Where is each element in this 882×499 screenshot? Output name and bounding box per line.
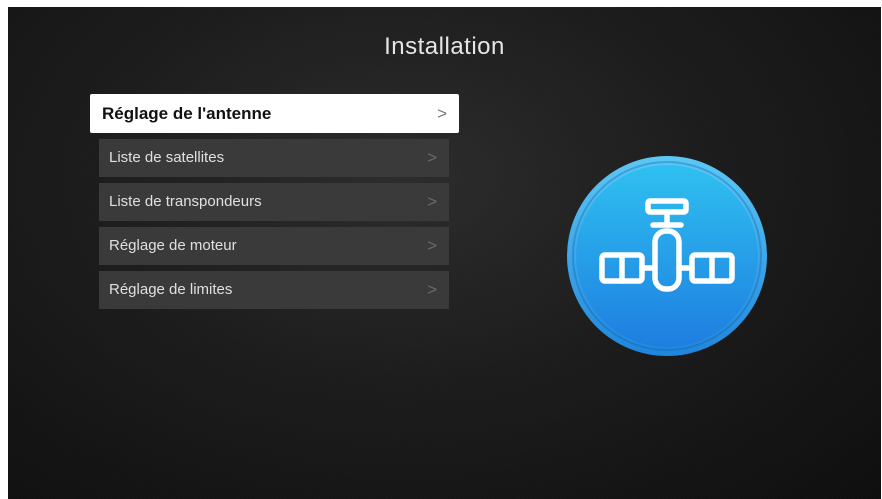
tv-screen: Installation Réglage de l'antenne > List… — [8, 7, 881, 499]
chevron-right-icon: > — [427, 280, 437, 299]
menu-item-label: Liste de satellites — [109, 149, 225, 166]
menu-item-label: Réglage de l'antenne — [102, 104, 272, 123]
menu-item-motor-settings[interactable]: Réglage de moteur > — [99, 227, 449, 265]
chevron-right-icon: > — [427, 148, 437, 167]
installation-menu: Réglage de l'antenne > Liste de satellit… — [90, 94, 460, 315]
menu-item-label: Liste de transpondeurs — [109, 193, 262, 210]
page-title: Installation — [384, 33, 505, 60]
menu-item-label: Réglage de limites — [109, 281, 233, 298]
chevron-right-icon: > — [427, 236, 437, 255]
menu-item-satellite-list[interactable]: Liste de satellites > — [99, 139, 449, 177]
menu-item-transponder-list[interactable]: Liste de transpondeurs > — [99, 183, 449, 221]
satellite-illustration — [566, 155, 768, 357]
menu-item-antenna-settings[interactable]: Réglage de l'antenne > — [90, 94, 459, 133]
menu-item-limit-settings[interactable]: Réglage de limites > — [99, 271, 449, 309]
chevron-right-icon: > — [437, 104, 447, 123]
chevron-right-icon: > — [427, 192, 437, 211]
satellite-icon — [567, 156, 767, 356]
menu-item-label: Réglage de moteur — [109, 237, 237, 254]
